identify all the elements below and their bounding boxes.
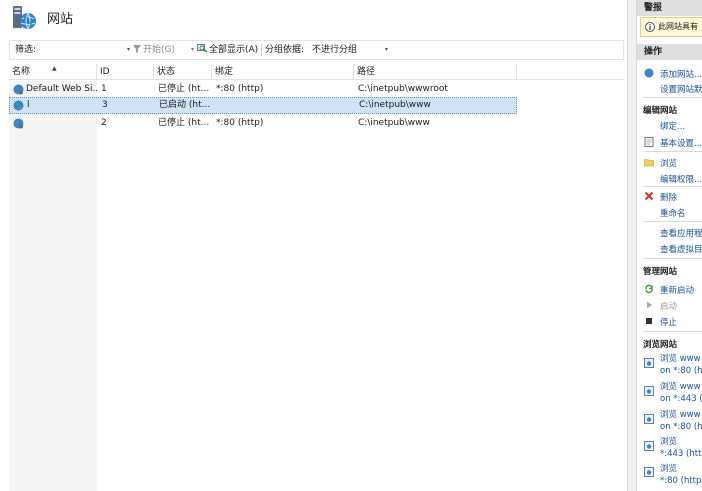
browse-link-line1: 浏览 www [660,410,701,420]
globe-icon [13,118,24,129]
browse-page-icon [644,386,654,396]
alerts-header[interactable]: 警报 [637,0,702,16]
page-title: 网站 [47,12,74,27]
site-name: Default Web Si... [26,84,97,94]
browse-link-line2: *:443 (http [660,449,702,459]
site-name [26,115,97,131]
start-dropdown-arrow[interactable]: ▾ [191,41,194,59]
globe-icon [13,100,24,111]
manage-site-heading: 管理网站 [643,267,678,277]
site-binding: *:80 (http) [216,84,264,94]
action-add-site[interactable]: 添加网站... [660,68,702,80]
action-basic-settings[interactable]: 基本设置... [660,137,702,149]
delete-icon [644,191,654,201]
group-by-label: 分组依据: [265,45,305,55]
divider [643,331,702,332]
basic-settings-icon [644,137,654,147]
alert-text: 此网站具有 [658,22,698,31]
browse-link-line1: 浏览 [660,437,678,447]
browse-page-icon [644,414,654,424]
browse-page-icon [644,467,654,477]
action-view-applications[interactable]: 查看应用程 [660,227,702,239]
action-rename[interactable]: 重命名 [660,207,686,219]
site-path: C:\inetpub\www [358,118,430,128]
table-row-selected[interactable]: l 3 已启动 (ht... C:\inetpub\www [9,97,517,114]
site-path: C:\inetpub\wwwroot [358,84,448,94]
action-set-site-defaults[interactable]: 设置网站默 [660,83,702,95]
site-id: 2 [101,118,107,128]
table-row[interactable]: Default Web Si... 1 已停止 (ht... *:80 (htt… [9,81,517,98]
browse-link-line2: *:80 (http) [660,476,702,486]
column-header-id[interactable]: ID [97,64,154,80]
sites-list: 名称 ▲ ID 状态 绑定 路径 Default Web Si... 1 已停止… [9,64,624,491]
divider [643,258,702,259]
restart-icon [645,284,653,294]
filter-label: 筛选: [15,45,37,55]
site-status: 已停止 (ht... [158,118,210,128]
table-row[interactable]: 2 已停止 (ht... *:80 (http) C:\inetpub\www [9,115,517,132]
browse-page-icon [644,358,654,368]
filter-dropdown-arrow[interactable]: ▾ [127,41,130,59]
column-header-path[interactable]: 路径 [354,64,517,80]
show-all-icon [197,44,208,53]
site-status: 已启动 (ht... [159,100,211,110]
action-edit-permissions[interactable]: 编辑权限... [660,173,702,185]
funnel-icon [133,45,141,53]
site-name: l [27,100,30,110]
site-binding [217,97,357,113]
action-stop[interactable]: 停止 [660,316,677,328]
site-id: 1 [101,84,107,94]
action-browse[interactable]: 浏览 [660,157,677,169]
group-by-dropdown-arrow[interactable]: ▾ [385,41,388,59]
action-start[interactable]: 启动 [660,300,677,312]
action-delete[interactable]: 删除 [660,191,677,203]
site-binding: *:80 (http) [216,118,264,128]
divider [643,97,702,98]
stop-icon [646,318,652,324]
feature-header: 网站 [0,0,627,36]
column-header-binding[interactable]: 绑定 [212,64,354,80]
browse-folder-icon [644,159,654,167]
alert-message[interactable]: 此网站具有 [640,17,702,37]
divider [643,186,702,187]
globe-icon [13,84,24,95]
site-id: 3 [102,100,108,110]
site-path: C:\inetpub\www [359,100,431,110]
browse-page-icon [644,441,654,451]
websites-icon [13,6,36,30]
browse-link-line1: 浏览 www [660,382,701,392]
column-header-status[interactable]: 状态 [154,64,212,80]
start-icon [647,301,652,309]
sites-feature-pane: 网站 筛选: ▾ 开始(G) ▾ 全部显示(A) 分组依据: 不进行分组 ▾ 名… [0,0,627,491]
site-status: 已停止 (ht... [158,84,210,94]
toolbar-separator [261,44,262,56]
sort-ascending-icon: ▲ [52,65,57,72]
start-filter-label: 开始(G) [143,45,175,55]
group-by-select[interactable]: 不进行分组 [312,41,357,59]
action-restart[interactable]: 重新启动 [660,284,694,296]
pane-splitter[interactable] [627,0,636,491]
info-icon [645,22,655,32]
name-column-background [9,81,97,491]
actions-header[interactable]: 操作 [637,44,702,60]
divider [643,151,702,152]
browse-link-line1: 浏览 [660,464,678,474]
list-header: 名称 ▲ ID 状态 绑定 路径 [9,64,624,80]
browse-link-line1: 浏览 www [660,354,701,364]
action-bindings[interactable]: 绑定... [660,120,685,132]
actions-pane: 警报 此网站具有 操作 添加网站... 设置网站默 编辑网站 绑定... 基本设… [636,0,702,491]
filter-toolbar: 筛选: ▾ 开始(G) ▾ 全部显示(A) 分组依据: 不进行分组 ▾ [9,40,624,60]
browse-link-line2: on *:80 (h [660,422,702,432]
divider [643,221,702,222]
browse-link-line2: on *:443 ( [660,394,702,404]
action-view-virtual-directories[interactable]: 查看虚拟目 [660,243,702,255]
show-all-button[interactable]: 全部显示(A) [197,41,258,59]
browse-site-heading: 浏览网站 [643,340,678,350]
browse-link-line2: on *:80 (h [660,366,702,376]
show-all-label: 全部显示(A) [209,45,259,55]
add-site-icon [644,68,654,78]
edit-site-heading: 编辑网站 [643,106,678,116]
start-filter-button[interactable]: 开始(G) [133,41,175,59]
